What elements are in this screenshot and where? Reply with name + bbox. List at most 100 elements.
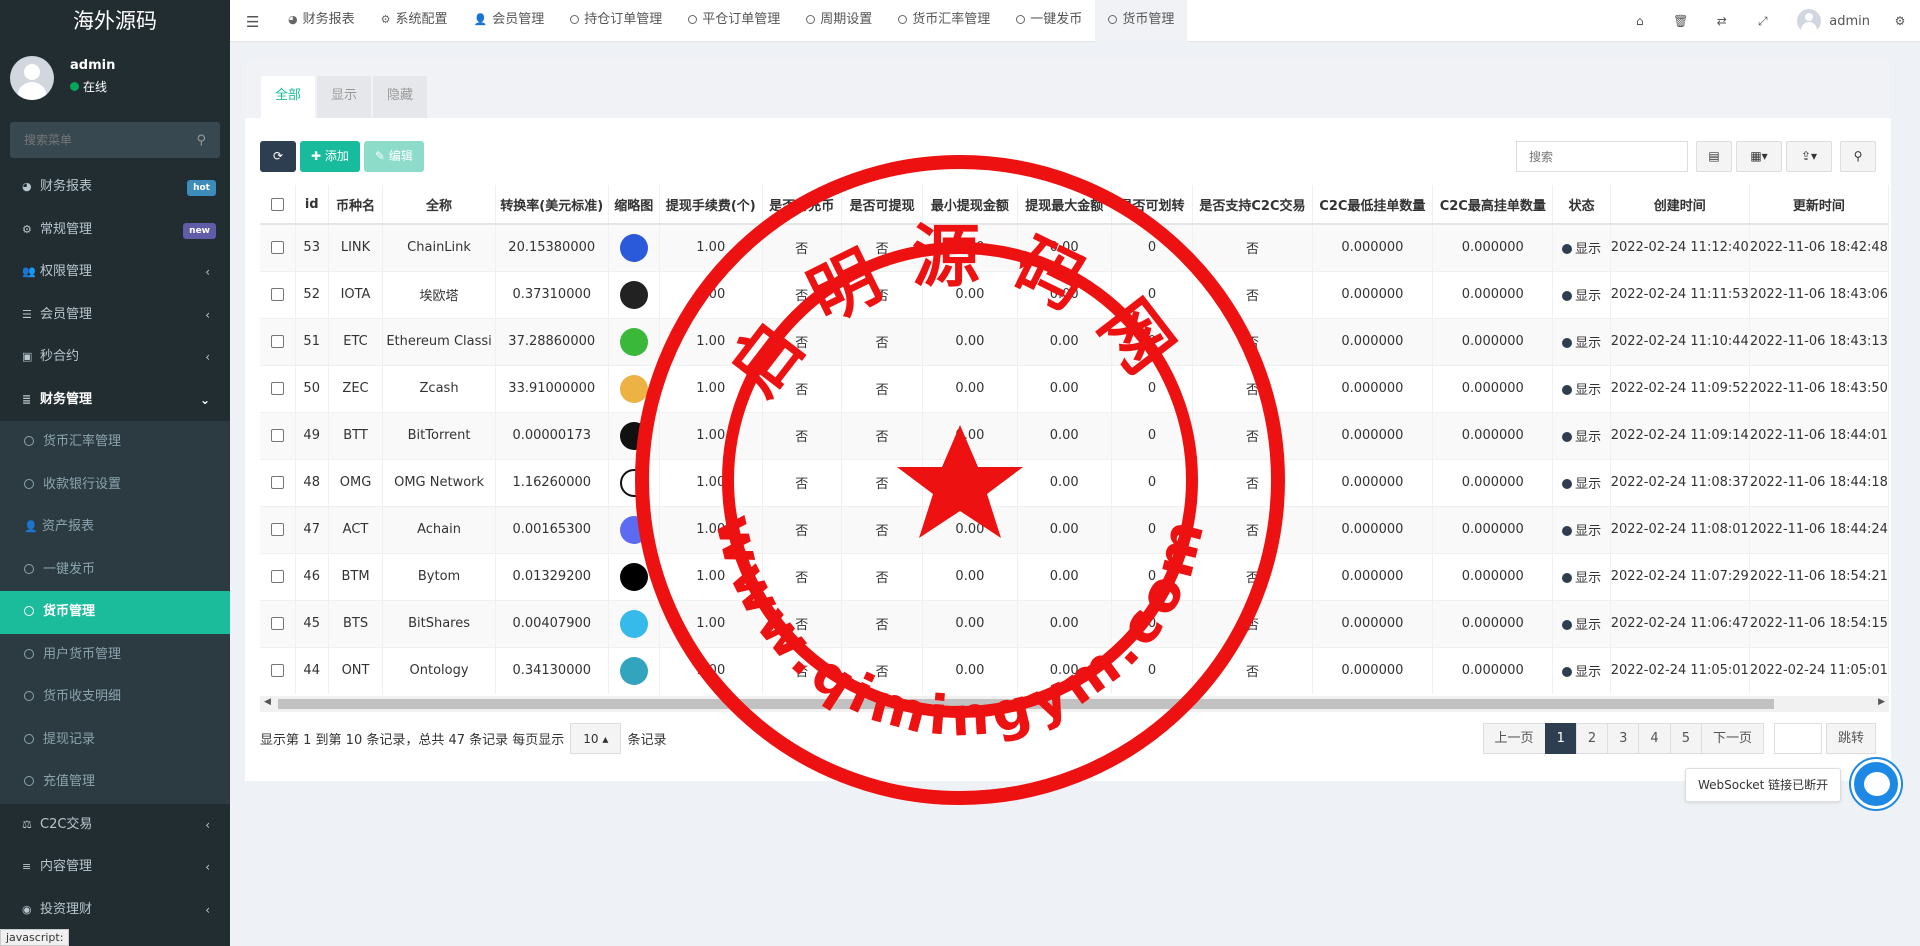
row-checkbox[interactable] <box>270 476 284 489</box>
column-header[interactable]: 缩略图 <box>608 185 661 225</box>
sidebar-item-13[interactable]: 提现记录 <box>0 718 230 761</box>
edit-button[interactable]: ✎ 编辑 <box>363 141 424 172</box>
row-checkbox[interactable] <box>270 523 284 536</box>
tab-5[interactable]: 周期设置 <box>793 0 885 42</box>
column-header[interactable]: 创建时间 <box>1610 185 1750 225</box>
select-all-checkbox[interactable] <box>270 197 284 211</box>
filter-tab-0[interactable]: 全部 <box>261 76 316 118</box>
add-button[interactable]: ✚ 添加 <box>300 141 360 172</box>
column-header[interactable]: 最小提现金额 <box>922 185 1018 225</box>
sidebar-item-17[interactable]: ◉ 投资理财 ‹ <box>0 889 230 932</box>
sidebar-item-6[interactable]: 货币汇率管理 <box>0 421 230 464</box>
scroll-right-icon[interactable]: ▶ <box>1878 697 1885 707</box>
column-header[interactable]: 是否可划转 <box>1111 185 1194 225</box>
search-icon[interactable]: ⚲ <box>196 133 206 148</box>
sidebar-item-14[interactable]: 充值管理 <box>0 761 230 804</box>
table-row[interactable]: 49 BTT BitTorrent 0.00000173 1.00 否否 0.00 0.00 0… <box>260 412 1889 460</box>
translate-icon[interactable]: ⇄ <box>1701 14 1742 28</box>
next-page-button[interactable]: 下一页 <box>1700 723 1764 754</box>
row-checkbox[interactable] <box>270 335 284 348</box>
table-row[interactable]: 47 ACT Achain 0.00165300 1.00 否否 0.00 0.00 0 否 0.0… <box>260 506 1889 554</box>
tab-1[interactable]: ⚙ 系统配置 <box>368 0 461 42</box>
chat-bubble-button[interactable] <box>1851 759 1901 809</box>
table-row[interactable]: 51 ETC Ethereum Classi 37.28860000 1.00 否否 0.0… <box>260 318 1889 366</box>
sidebar-item-16[interactable]: ≡ 内容管理 ‹ <box>0 846 230 889</box>
column-header[interactable]: 转换率(美元标准) <box>495 185 609 225</box>
admin-avatar[interactable] <box>1797 9 1822 33</box>
prev-page-button[interactable]: 上一页 <box>1482 723 1546 754</box>
tab-8[interactable]: 货币管理 <box>1095 0 1188 42</box>
sidebar-item-0[interactable]: ◕ 财务报表 hot <box>0 166 230 209</box>
row-checkbox[interactable] <box>270 241 284 255</box>
coin-logo-icon[interactable] <box>619 656 648 685</box>
scroll-left-icon[interactable]: ◀ <box>264 697 271 707</box>
page-5-button[interactable]: 5 <box>1669 723 1702 754</box>
sidebar-toggle-icon[interactable]: ☰ <box>246 13 259 31</box>
page-size-dropdown[interactable]: 10 ▴ <box>570 723 622 754</box>
page-3-button[interactable]: 3 <box>1607 723 1640 754</box>
column-header[interactable]: 更新时间 <box>1749 185 1889 225</box>
tab-0[interactable]: ◕ 财务报表 <box>275 0 368 42</box>
admin-name[interactable]: admin <box>1829 14 1870 29</box>
column-header[interactable]: 提现手续费(个) <box>659 185 763 225</box>
fullscreen-icon[interactable]: ⤢ <box>1742 14 1783 29</box>
sidebar-item-8[interactable]: 👤 资产报表 <box>0 506 230 549</box>
row-checkbox[interactable] <box>270 429 284 442</box>
sidebar-item-3[interactable]: ☰ 会员管理 ‹ <box>0 294 230 337</box>
table-row[interactable]: 52 IOTA 埃欧塔 0.37310000 1.00 否否 0.00 0.00 0 否 0.000… <box>260 271 1889 319</box>
tab-4[interactable]: 平仓订单管理 <box>675 0 793 42</box>
table-row[interactable]: 44 ONT Ontology 0.34130000 1.00 否否 0.00 0.00 0 否 0… <box>260 647 1889 694</box>
table-row[interactable]: 45 BTS BitShares 0.00407900 1.00 否否 0.00 0.00 0 否… <box>260 600 1889 648</box>
table-row[interactable]: 53 LINK ChainLink 20.15380000 1.00 否否 0.00 0.00… <box>260 224 1889 272</box>
page-1-button[interactable]: 1 <box>1544 723 1577 754</box>
advanced-search-button[interactable]: ⚲ <box>1840 141 1876 172</box>
sidebar-item-2[interactable]: 👥 权限管理 ‹ <box>0 251 230 294</box>
table-row[interactable]: 48 OMG OMG Network 1.16260000 1.00 否否 0.00 0.00… <box>260 459 1889 507</box>
trash-icon[interactable]: 🗑 <box>1660 14 1701 28</box>
sidebar-item-9[interactable]: 一键发币 <box>0 548 230 591</box>
menu-search-input[interactable] <box>10 122 220 158</box>
sidebar-item-10[interactable]: 货币管理 <box>0 591 230 634</box>
row-checkbox[interactable] <box>270 617 284 630</box>
table-row[interactable]: 50 ZEC Zcash 33.91000000 1.00 否否 0.00 0.00 0 否 0.0… <box>260 365 1889 413</box>
row-checkbox[interactable] <box>270 382 284 395</box>
toggle-view-button[interactable]: ▤ <box>1696 141 1732 172</box>
coin-logo-icon[interactable] <box>619 233 648 262</box>
coin-logo-icon[interactable] <box>619 468 648 497</box>
page-2-button[interactable]: 2 <box>1575 723 1609 754</box>
sidebar-item-15[interactable]: ⚖ C2C交易 ‹ <box>0 804 230 847</box>
coin-logo-icon[interactable] <box>619 327 648 356</box>
jump-page-input[interactable] <box>1773 723 1822 754</box>
sidebar-item-12[interactable]: 货币收支明细 <box>0 676 230 719</box>
column-header[interactable]: 是否支持C2C交易 <box>1192 185 1313 225</box>
refresh-button[interactable]: ⟳ <box>260 141 296 172</box>
row-checkbox[interactable] <box>270 288 284 301</box>
tab-3[interactable]: 持仓订单管理 <box>557 0 675 42</box>
column-header[interactable]: C2C最低挂单数量 <box>1312 185 1434 225</box>
column-header[interactable]: 全称 <box>382 185 496 225</box>
sidebar-item-7[interactable]: 收款银行设置 <box>0 463 230 506</box>
column-header[interactable]: 状态 <box>1552 185 1611 225</box>
row-checkbox[interactable] <box>270 664 284 677</box>
tab-6[interactable]: 货币汇率管理 <box>885 0 1003 42</box>
page-4-button[interactable]: 4 <box>1638 723 1671 754</box>
table-search-input[interactable] <box>1516 141 1688 172</box>
jump-button[interactable]: 跳转 <box>1825 723 1876 754</box>
settings-icon[interactable]: ⚙ <box>1888 14 1912 28</box>
filter-tab-2[interactable]: 隐藏 <box>373 76 428 118</box>
sidebar-item-11[interactable]: 用户货币管理 <box>0 633 230 676</box>
home-icon[interactable]: ⌂ <box>1619 14 1660 28</box>
coin-logo-icon[interactable] <box>619 562 648 591</box>
column-header[interactable]: C2C最高挂单数量 <box>1432 185 1554 225</box>
coin-logo-icon[interactable] <box>619 280 648 309</box>
export-button[interactable]: ⇪▾ <box>1786 141 1832 172</box>
column-header[interactable]: 是否可提现 <box>841 185 924 225</box>
column-header[interactable]: 提现最大金额 <box>1017 185 1112 225</box>
column-header[interactable]: 是否可充币 <box>762 185 842 225</box>
row-checkbox[interactable] <box>270 570 284 583</box>
coin-logo-icon[interactable] <box>619 421 648 450</box>
app-logo[interactable]: 海外源码 <box>0 0 230 42</box>
scrollbar-thumb[interactable] <box>278 699 1774 709</box>
table-row[interactable]: 46 BTM Bytom 0.01329200 1.00 否否 0.00 0.00 0 否 0.00… <box>260 553 1889 601</box>
tab-2[interactable]: 👤 会员管理 <box>461 0 558 42</box>
